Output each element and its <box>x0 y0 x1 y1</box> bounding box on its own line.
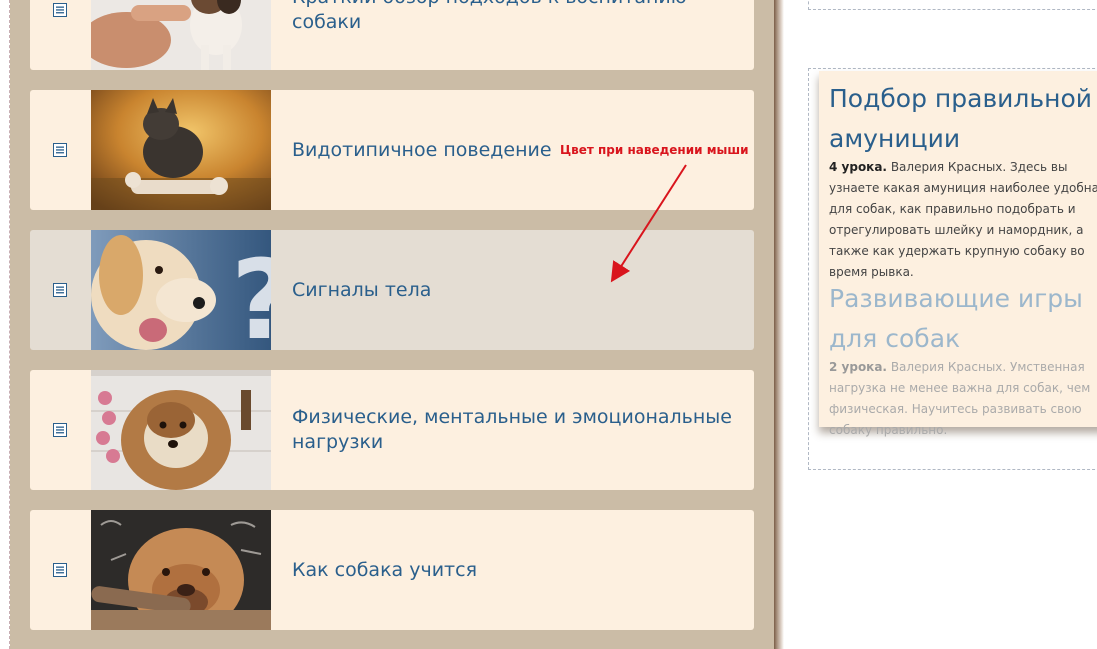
course-description: 4 урока. Валерия Красных. Здесь вы узнае… <box>829 157 1097 283</box>
lesson-row[interactable]: Физические, ментальные и эмоциональные н… <box>30 370 754 490</box>
course-description: 2 урока. Валерия Красных. Умственная наг… <box>829 357 1097 441</box>
course-lessons-count: 2 урока. <box>829 360 887 374</box>
document-list-icon <box>53 563 67 577</box>
course-title-link[interactable]: Подбор правильной амуниции <box>829 79 1097 159</box>
lesson-title-link[interactable]: Сигналы тела <box>292 230 732 350</box>
course-list-card: Подбор правильной амуниции 4 урока. Вале… <box>819 71 1097 437</box>
lesson-title-link[interactable]: Физические, ментальные и эмоциональные н… <box>292 370 732 490</box>
svg-text:?: ? <box>231 236 271 350</box>
lesson-row-hovered[interactable]: ? Сигналы тела <box>30 230 754 350</box>
course-card-frame-top <box>808 0 1097 10</box>
annotation-label: Цвет при наведении мыши <box>560 143 749 157</box>
panel-shadow <box>774 0 784 649</box>
lesson-title-link[interactable]: Как собака учится <box>292 510 732 630</box>
lesson-title-link[interactable]: Краткий обзор подходов к воспитанию соба… <box>292 0 732 70</box>
course-title-link[interactable]: Развивающие игры для собак <box>829 279 1097 359</box>
lesson-thumbnail-mastiff-puppy-chalkboard[interactable] <box>91 510 271 630</box>
document-list-icon <box>53 283 67 297</box>
lesson-thumbnail-pointing-finger-puppy[interactable] <box>91 0 271 70</box>
course-description-text: Валерия Красных. Здесь вы узнаете какая … <box>829 160 1097 279</box>
lesson-row[interactable]: Как собака учится <box>30 510 754 630</box>
lesson-thumbnail-bulldog-with-bone[interactable] <box>91 90 271 210</box>
document-list-icon <box>53 423 67 437</box>
lesson-thumbnail-fluffy-dog-with-toys[interactable] <box>91 370 271 490</box>
course-lessons-count: 4 урока. <box>829 160 887 174</box>
document-list-icon <box>53 143 67 157</box>
document-list-icon <box>53 3 67 17</box>
lesson-row[interactable]: Краткий обзор подходов к воспитанию соба… <box>30 0 754 70</box>
lesson-thumbnail-puppy-question-mark[interactable]: ? <box>91 230 271 350</box>
